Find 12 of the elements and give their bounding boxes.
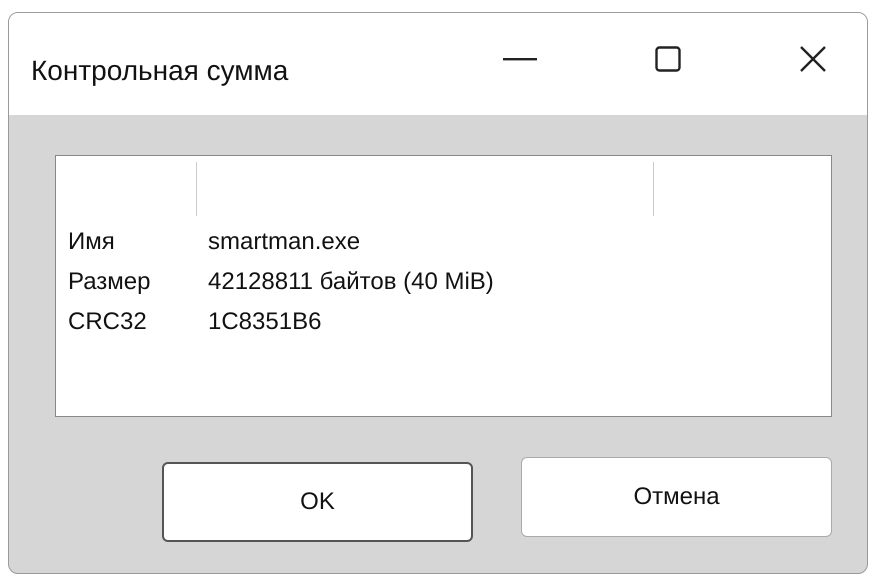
field-label: Имя bbox=[68, 227, 116, 257]
ok-button[interactable]: OK bbox=[162, 462, 474, 542]
field-label: Размер bbox=[68, 267, 152, 297]
cancel-button[interactable]: Отмена bbox=[521, 457, 832, 537]
field-value: 42128811 байтов (40 MiB) bbox=[208, 267, 494, 297]
close-icon[interactable] bbox=[799, 45, 827, 73]
field-label: CRC32 bbox=[68, 307, 148, 337]
field-value: smartman.exe bbox=[208, 227, 360, 257]
minimize-icon[interactable] bbox=[503, 57, 537, 61]
field-value: 1C8351B6 bbox=[208, 307, 322, 337]
window-title: Контрольная сумма bbox=[31, 55, 288, 87]
maximize-icon[interactable] bbox=[655, 46, 681, 72]
